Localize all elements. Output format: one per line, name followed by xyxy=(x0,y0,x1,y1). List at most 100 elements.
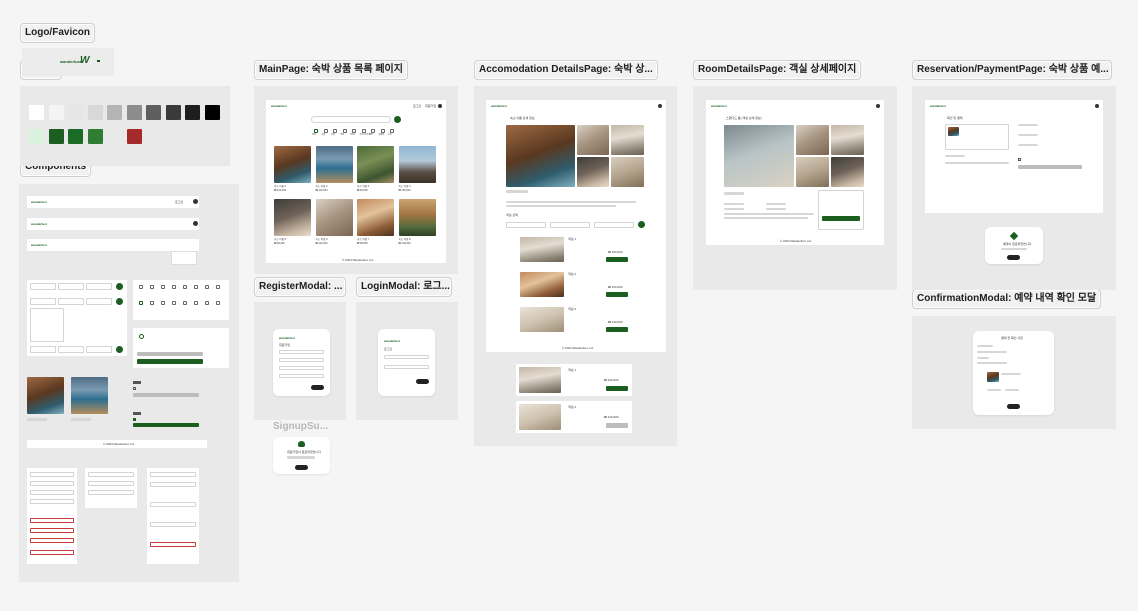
checkbox[interactable] xyxy=(133,387,136,390)
card-image[interactable] xyxy=(27,377,64,414)
search-button[interactable] xyxy=(116,298,123,305)
category-icon[interactable] xyxy=(150,285,154,289)
category-icon[interactable] xyxy=(194,301,198,305)
accommodation-photo[interactable] xyxy=(577,157,609,187)
accommodation-date-input[interactable] xyxy=(506,222,546,228)
guest-input[interactable] xyxy=(86,346,112,353)
room-reserve-button[interactable] xyxy=(606,386,628,391)
category-icon[interactable] xyxy=(216,285,220,289)
checkbox-checked[interactable] xyxy=(133,418,136,421)
search-button[interactable] xyxy=(116,283,123,290)
category-icon[interactable] xyxy=(150,301,154,305)
user-avatar-icon[interactable] xyxy=(1095,104,1099,108)
category-tab[interactable]: 캠핑 xyxy=(369,129,378,138)
search-input[interactable] xyxy=(30,346,56,353)
accommodation-search-button[interactable] xyxy=(638,221,645,228)
room-reserve-button[interactable] xyxy=(606,327,628,332)
accommodation-photo[interactable] xyxy=(611,125,644,155)
register-password-field[interactable] xyxy=(279,366,324,370)
date-input[interactable] xyxy=(58,298,84,305)
login-submit-button[interactable] xyxy=(416,379,429,384)
category-tab[interactable]: 모텔 xyxy=(331,129,340,138)
text-field[interactable] xyxy=(150,472,196,477)
search-input[interactable] xyxy=(30,298,56,305)
listing-card-image[interactable] xyxy=(315,199,353,236)
text-field[interactable] xyxy=(88,472,134,477)
listing-card-image[interactable] xyxy=(274,199,311,236)
category-icon[interactable] xyxy=(183,285,187,289)
accommodation-photo[interactable] xyxy=(611,157,644,187)
login-email-field[interactable] xyxy=(384,355,429,359)
accommodation-guest-input[interactable] xyxy=(594,222,634,228)
room-photo[interactable] xyxy=(796,125,829,155)
main-login-link[interactable]: 로그인 xyxy=(413,104,421,108)
text-field[interactable] xyxy=(30,490,74,495)
category-tab[interactable]: 글램핑 xyxy=(379,129,388,138)
enabled-pay-button[interactable] xyxy=(133,423,199,427)
room-photo[interactable] xyxy=(796,157,829,187)
error-field[interactable] xyxy=(30,550,74,555)
user-avatar-icon[interactable] xyxy=(438,104,442,108)
user-avatar-icon[interactable] xyxy=(193,221,198,226)
calendar-picker[interactable] xyxy=(30,308,64,342)
accommodation-date-input[interactable] xyxy=(550,222,590,228)
search-button[interactable] xyxy=(116,346,123,353)
confirmation-ok-button[interactable] xyxy=(1007,404,1020,409)
room-photo[interactable] xyxy=(831,157,864,187)
register-name-field[interactable] xyxy=(279,350,324,354)
user-dropdown-menu[interactable] xyxy=(171,251,197,265)
category-icon[interactable] xyxy=(161,285,165,289)
user-avatar-icon[interactable] xyxy=(193,199,198,204)
room-reserve-button[interactable] xyxy=(606,292,628,297)
header-login-link[interactable]: 로그인 xyxy=(175,200,183,204)
room-photo[interactable] xyxy=(520,307,564,332)
error-field[interactable] xyxy=(30,528,74,533)
category-tab[interactable]: 리조트 xyxy=(350,129,359,138)
text-field[interactable] xyxy=(150,522,196,527)
category-tab[interactable]: 한옥 xyxy=(388,129,397,138)
reservation-ok-button[interactable] xyxy=(1007,255,1020,260)
main-search-bar[interactable] xyxy=(311,116,391,123)
category-icon[interactable] xyxy=(139,285,143,289)
room-photo[interactable] xyxy=(831,125,864,155)
radio-icon[interactable] xyxy=(139,334,144,339)
signup-ok-button[interactable] xyxy=(295,465,308,470)
listing-card-image[interactable] xyxy=(357,199,394,236)
guest-input[interactable] xyxy=(86,298,112,305)
accommodation-main-photo[interactable] xyxy=(506,125,575,187)
text-field[interactable] xyxy=(30,499,74,504)
text-field[interactable] xyxy=(150,502,196,507)
date-input[interactable] xyxy=(58,283,84,290)
room-main-photo[interactable] xyxy=(724,125,794,187)
category-tab[interactable]: 전체 xyxy=(312,129,321,138)
register-password-confirm-field[interactable] xyxy=(279,374,324,378)
text-field[interactable] xyxy=(88,490,134,495)
primary-button[interactable] xyxy=(137,359,203,364)
room-photo[interactable] xyxy=(519,367,561,393)
text-field[interactable] xyxy=(150,482,196,487)
date-input[interactable] xyxy=(58,346,84,353)
reservation-agree-checkbox[interactable] xyxy=(1018,158,1021,161)
text-field[interactable] xyxy=(30,472,74,477)
user-avatar-icon[interactable] xyxy=(876,104,880,108)
register-email-field[interactable] xyxy=(279,358,324,362)
category-icon[interactable] xyxy=(216,301,220,305)
login-password-field[interactable] xyxy=(384,365,429,369)
error-field[interactable] xyxy=(30,538,74,543)
room-photo[interactable] xyxy=(520,237,564,262)
category-tab[interactable]: 호텔 xyxy=(322,129,331,138)
room-photo[interactable] xyxy=(520,272,564,297)
register-submit-button[interactable] xyxy=(311,385,324,390)
search-input[interactable] xyxy=(30,283,56,290)
text-field[interactable] xyxy=(30,481,74,486)
reservation-pay-button[interactable] xyxy=(1018,165,1082,169)
category-icon[interactable] xyxy=(139,301,143,305)
main-search-button[interactable] xyxy=(394,116,401,123)
listing-card-image[interactable] xyxy=(398,146,436,183)
category-tab[interactable]: 게스트하우스 xyxy=(360,129,371,138)
room-book-button[interactable] xyxy=(822,216,860,221)
category-icon[interactable] xyxy=(172,301,176,305)
text-field[interactable] xyxy=(88,481,134,486)
category-icon[interactable] xyxy=(172,285,176,289)
listing-card-image[interactable] xyxy=(274,146,311,183)
